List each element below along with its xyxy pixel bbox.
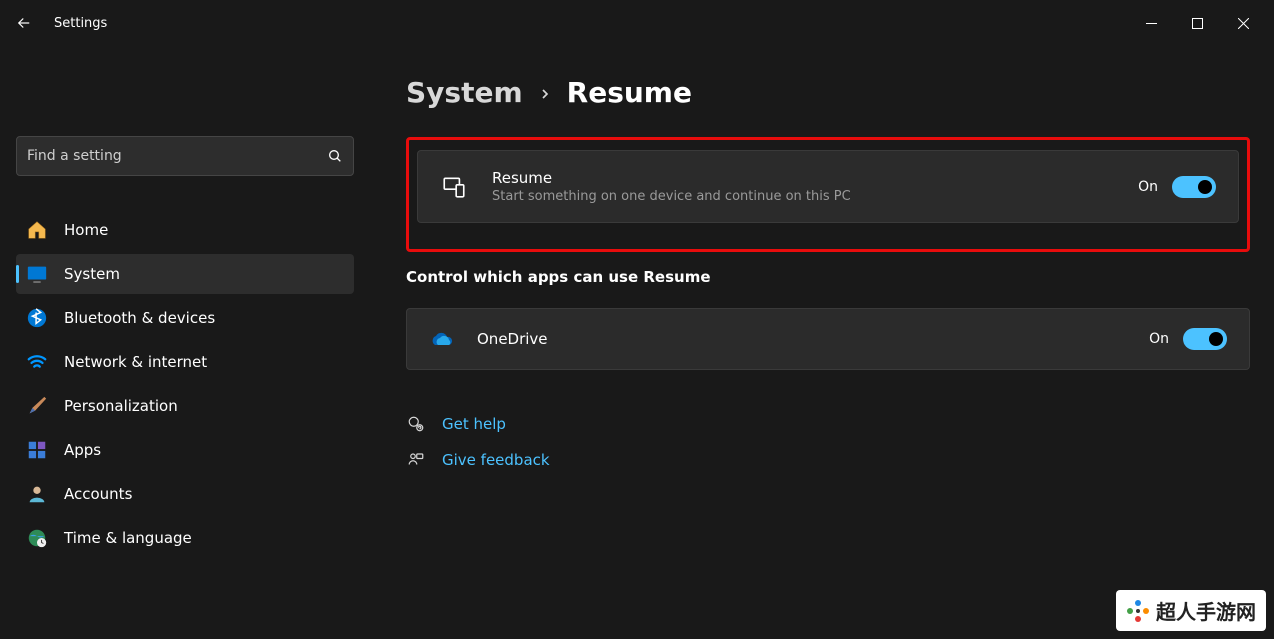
sidebar-item-personalization[interactable]: Personalization [16,386,354,426]
close-icon [1238,18,1249,29]
minimize-icon [1146,18,1157,29]
sidebar-item-label: Accounts [64,485,132,503]
search-icon [327,148,343,164]
setting-description: Start something on one device and contin… [492,189,1138,204]
section-heading: Control which apps can use Resume [406,268,1250,286]
help-link-label: Get help [442,415,506,433]
sidebar-item-bluetooth[interactable]: Bluetooth & devices [16,298,354,338]
sidebar-item-label: Home [64,221,108,239]
person-icon [26,483,48,505]
devices-icon [440,173,468,201]
sidebar-item-home[interactable]: Home [16,210,354,250]
app-row-onedrive[interactable]: OneDrive On [406,308,1250,370]
sidebar-item-label: Personalization [64,397,178,415]
sidebar-item-label: Time & language [64,529,192,547]
globe-icon [26,527,48,549]
sidebar-item-apps[interactable]: Apps [16,430,354,470]
system-icon [26,263,48,285]
window-title: Settings [54,16,107,31]
breadcrumb: System Resume [406,76,1250,109]
search-box[interactable] [16,136,354,176]
onedrive-toggle[interactable] [1183,328,1227,350]
get-help-link[interactable]: Get help [406,414,1250,434]
chevron-right-icon [537,83,553,108]
breadcrumb-current: Resume [567,76,692,109]
toggle-value-label: On [1138,179,1158,195]
sidebar-item-time-language[interactable]: Time & language [16,518,354,558]
app-name: OneDrive [477,330,1149,348]
bluetooth-icon [26,307,48,329]
sidebar-item-label: Network & internet [64,353,207,371]
sidebar-item-network[interactable]: Network & internet [16,342,354,382]
sidebar-item-label: Apps [64,441,101,459]
arrow-left-icon [15,14,33,32]
resume-setting-row[interactable]: Resume Start something on one device and… [417,150,1239,223]
apps-icon [26,439,48,461]
give-feedback-link[interactable]: Give feedback [406,450,1250,470]
toggle-value-label: On [1149,331,1169,347]
search-input[interactable] [27,148,327,164]
resume-toggle[interactable] [1172,176,1216,198]
sidebar-item-accounts[interactable]: Accounts [16,474,354,514]
highlight-annotation: Resume Start something on one device and… [406,137,1250,252]
sidebar-item-label: Bluetooth & devices [64,309,215,327]
sidebar-item-system[interactable]: System [16,254,354,294]
watermark-logo-icon [1126,599,1150,623]
close-button[interactable] [1220,0,1266,46]
maximize-button[interactable] [1174,0,1220,46]
maximize-icon [1192,18,1203,29]
back-button[interactable] [8,7,40,39]
wifi-icon [26,351,48,373]
onedrive-icon [429,327,453,351]
help-icon [406,414,426,434]
home-icon [26,219,48,241]
watermark-text: 超人手游网 [1156,596,1256,625]
sidebar-item-label: System [64,265,120,283]
minimize-button[interactable] [1128,0,1174,46]
breadcrumb-parent[interactable]: System [406,76,523,109]
feedback-icon [406,450,426,470]
watermark-overlay: 超人手游网 [1116,590,1266,631]
setting-title: Resume [492,169,1138,187]
help-link-label: Give feedback [442,451,550,469]
brush-icon [26,395,48,417]
